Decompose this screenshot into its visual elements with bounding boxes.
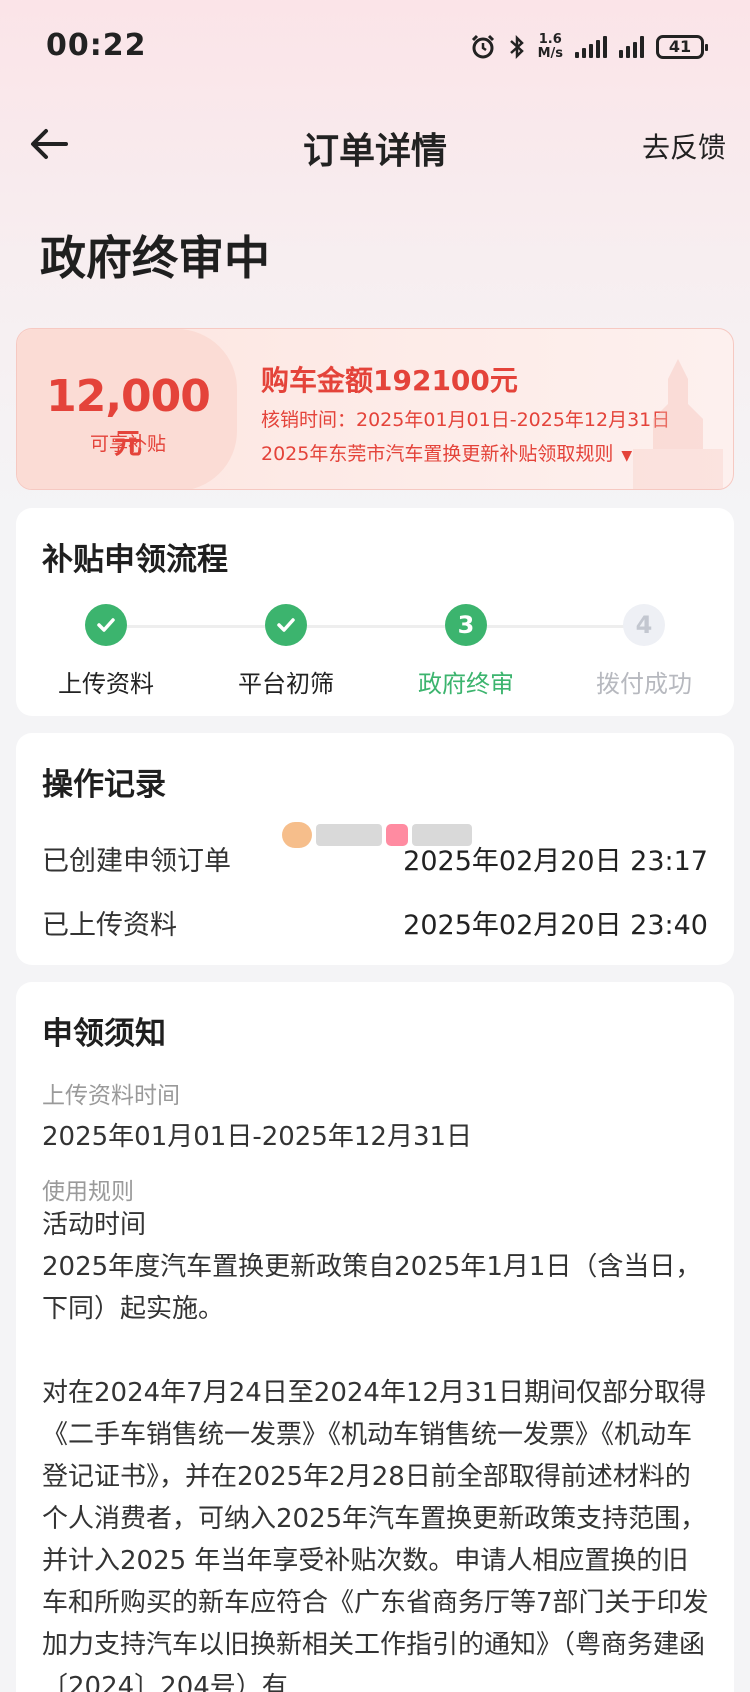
signal-icon [575, 36, 607, 58]
ops-title: 操作记录 [42, 767, 166, 803]
subsidy-rule-link[interactable]: 2025年东莞市汽车置换更新补贴领取规则 ▼ [261, 439, 632, 466]
flow-step-final-review: 3 政府终审 [376, 604, 556, 699]
net-speed-unit: M/s [537, 46, 563, 61]
flow-step-label: 拨付成功 [596, 670, 692, 698]
page-title: 订单详情 [302, 131, 447, 172]
flow-step-upload: 上传资料 [16, 604, 196, 699]
check-icon [265, 604, 307, 646]
flow-step-label: 平台初筛 [238, 670, 334, 698]
watermark-logo [282, 820, 472, 850]
log-label: 已创建申领订单 [42, 846, 231, 877]
flow-step-screening: 平台初筛 [196, 604, 376, 699]
status-time: 00:22 [46, 28, 147, 63]
building-illustration-icon [633, 359, 723, 489]
purchase-amount: 购车金额192100元 [261, 364, 518, 397]
net-speed: 1.6 M/s [538, 33, 563, 61]
upload-time-value: 2025年01月01日-2025年12月31日 [42, 1122, 473, 1152]
flow-steps: 上传资料 平台初筛 3 政府终审 4 拨付成功 [16, 604, 734, 704]
alarm-icon [471, 34, 494, 59]
watermark-app-icon [386, 824, 408, 846]
net-speed-value: 1.6 [538, 32, 562, 47]
subsidy-rule-link-label: 2025年东莞市汽车置换更新补贴领取规则 [261, 443, 614, 465]
order-status-heading: 政府终审中 [40, 231, 270, 285]
step-number: 3 [445, 604, 487, 646]
log-label: 已上传资料 [42, 910, 177, 941]
status-bar: 00:22 1.6 M/s 41 [0, 0, 750, 96]
usage-rule-label: 使用规则 [42, 1179, 134, 1205]
flow-step-label: 上传资料 [58, 670, 154, 698]
watermark-logo-icon [282, 822, 312, 848]
log-row: 已上传资料 2025年02月20日 23:40 [42, 903, 708, 943]
watermark-bar [412, 824, 472, 846]
watermark-bar [316, 824, 382, 846]
notice-title: 申领须知 [42, 1016, 166, 1052]
nav-bar: 订单详情 去反馈 [0, 96, 750, 196]
caret-down-icon: ▼ [621, 448, 633, 464]
notice-card: 申领须知 上传资料时间 2025年01月01日-2025年12月31日 使用规则… [16, 982, 734, 1692]
flow-title: 补贴申领流程 [42, 542, 228, 578]
subsidy-caption: 可享补贴 [89, 433, 166, 455]
signal-icon-2 [619, 36, 644, 58]
step-number: 4 [623, 604, 665, 646]
bluetooth-icon [509, 34, 524, 60]
rule-text-intro: 活动时间 2025年度汽车置换更新政策自2025年1月1日（含当日，下同）起实施… [42, 1210, 702, 1324]
battery-icon: 41 [656, 35, 708, 59]
upload-time-label: 上传资料时间 [42, 1083, 180, 1109]
status-icons: 1.6 M/s 41 [470, 30, 708, 64]
flow-step-payout: 4 拨付成功 [554, 604, 734, 699]
feedback-button[interactable]: 去反馈 [642, 126, 726, 166]
verify-time: 核销时间：2025年01月01日-2025年12月31日 [261, 409, 671, 431]
flow-step-label: 政府终审 [418, 670, 514, 698]
rule-text-policy: 对在2024年7月24日至2024年12月31日期间仅部分取得《二手车销售统一发… [42, 1378, 709, 1692]
subsidy-flow-card: 补贴申领流程 上传资料 平台初筛 3 政府终审 4 拨付成功 [16, 508, 734, 716]
check-icon [85, 604, 127, 646]
subsidy-amount-value: 12,000 [46, 371, 211, 422]
subsidy-card: 12,000元 可享补贴 购车金额192100元 核销时间：2025年01月01… [16, 328, 734, 490]
log-time: 2025年02月20日 23:40 [403, 910, 708, 941]
